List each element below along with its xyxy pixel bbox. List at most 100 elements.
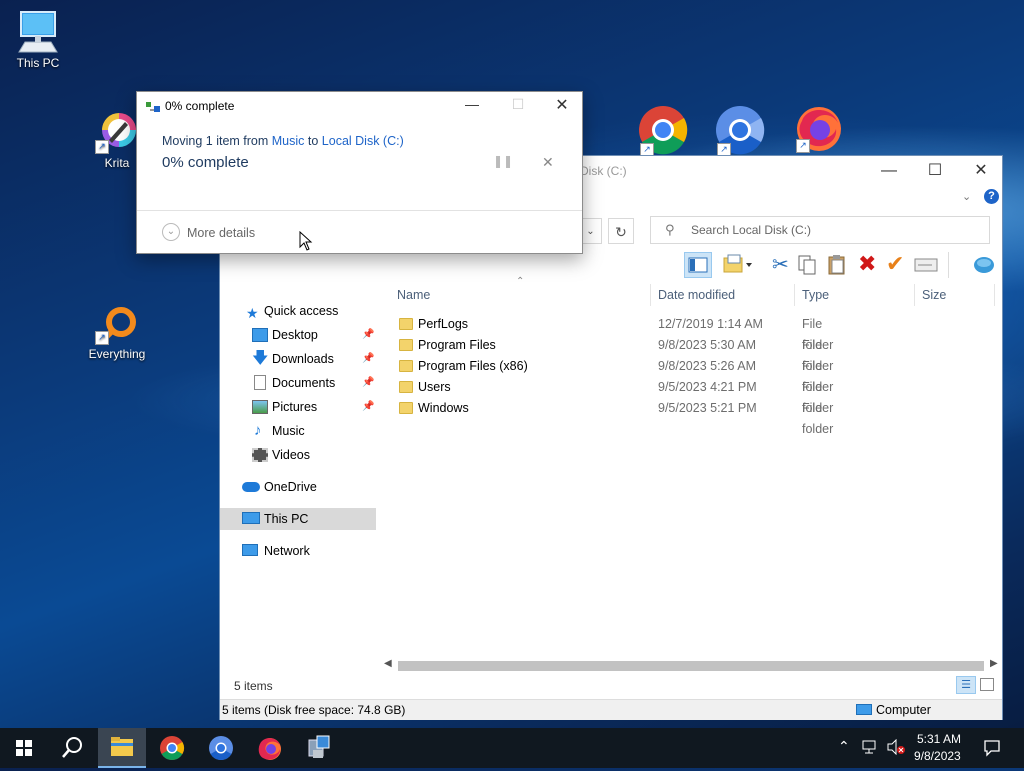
- scroll-left-arrow-icon[interactable]: ◀: [384, 658, 392, 669]
- folder-icon: [399, 318, 413, 330]
- source-link[interactable]: Music: [272, 134, 305, 148]
- search-icon: ⚲: [665, 222, 675, 237]
- film-icon: [252, 448, 268, 462]
- column-header-name[interactable]: Name: [397, 284, 430, 306]
- column-divider: [994, 284, 995, 306]
- cloud-icon: [242, 482, 260, 492]
- pause-button[interactable]: ❚❚: [493, 154, 513, 168]
- search-input[interactable]: ⚲ Search Local Disk (C:): [650, 216, 990, 244]
- new-item-button[interactable]: [722, 254, 752, 279]
- ribbon-expand-icon[interactable]: ⌄: [962, 190, 971, 203]
- chromium-icon: [209, 736, 233, 761]
- notification-center-icon[interactable]: [983, 739, 1001, 760]
- paste-icon[interactable]: [826, 254, 848, 279]
- network-icon: [242, 544, 258, 556]
- nav-network[interactable]: Network: [220, 540, 376, 562]
- start-button[interactable]: [0, 728, 48, 768]
- picture-icon: [252, 400, 268, 414]
- show-hidden-icons-chevron[interactable]: ⌃: [838, 738, 850, 755]
- folder-icon: [399, 381, 413, 393]
- nav-item-desktop[interactable]: Desktop 📌: [220, 324, 376, 346]
- desktop-icon-label: Everything: [88, 347, 146, 361]
- nav-item-pictures[interactable]: Pictures 📌: [220, 396, 376, 418]
- properties-icon[interactable]: [914, 256, 938, 277]
- shortcut-arrow-icon: ↗: [95, 140, 109, 154]
- large-icons-view-button[interactable]: [980, 678, 994, 691]
- column-header-date[interactable]: Date modified: [658, 284, 735, 306]
- taskbar-file-explorer[interactable]: [98, 728, 146, 768]
- refresh-button[interactable]: ↻: [608, 218, 634, 244]
- pin-icon: 📌: [362, 401, 375, 412]
- taskbar-chrome[interactable]: [148, 728, 196, 768]
- expand-chevron-icon[interactable]: ⌄: [162, 223, 180, 241]
- more-details-button[interactable]: More details: [187, 226, 255, 240]
- windows-logo-icon: [16, 740, 32, 756]
- desktop-icon-everything[interactable]: ↗ Everything: [79, 305, 155, 361]
- folder-icon: [111, 737, 133, 756]
- close-button[interactable]: ✕: [958, 156, 1004, 186]
- dialog-close-button[interactable]: ✕: [545, 95, 579, 115]
- column-divider: [914, 284, 915, 306]
- cancel-button[interactable]: ✕: [542, 154, 554, 171]
- search-icon: [62, 737, 82, 758]
- volume-muted-icon[interactable]: [886, 738, 906, 758]
- address-dropdown-button[interactable]: ⌄: [580, 218, 602, 244]
- item-count: 5 items: [234, 679, 273, 693]
- clock-time[interactable]: 5:31 AM: [917, 732, 961, 746]
- nav-quick-access[interactable]: ★ Quick access: [220, 300, 376, 322]
- clock-date[interactable]: 9/8/2023: [914, 749, 961, 763]
- scrollbar-thumb[interactable]: [398, 661, 984, 671]
- taskbar-chromium[interactable]: [197, 728, 245, 768]
- file-operation-dialog[interactable]: 0% complete — ☐ ✕ Moving 1 item from Mus…: [136, 91, 583, 254]
- star-icon: ★: [246, 305, 259, 321]
- details-view-button[interactable]: ☰: [956, 676, 976, 694]
- delete-icon[interactable]: ✖: [858, 251, 876, 277]
- nav-item-downloads[interactable]: 🡇 Downloads 📌: [220, 348, 376, 370]
- preview-pane-button[interactable]: [684, 252, 712, 278]
- nav-this-pc[interactable]: This PC: [220, 508, 376, 530]
- destination-link[interactable]: Local Disk (C:): [322, 134, 404, 148]
- table-row[interactable]: Program Files (x86) 9/8/2023 5:26 AM Fil…: [396, 356, 833, 394]
- nav-item-documents[interactable]: Documents 📌: [220, 372, 376, 394]
- column-header-type[interactable]: Type: [802, 284, 829, 306]
- desktop-icon-label: This PC: [16, 56, 60, 70]
- progress-text: 0% complete: [162, 154, 249, 171]
- desktop-icon-this-pc[interactable]: This PC: [0, 10, 76, 70]
- search-placeholder: Search Local Disk (C:): [691, 223, 812, 237]
- shortcut-arrow-icon: ↗: [796, 139, 810, 153]
- share-icon[interactable]: [972, 254, 996, 279]
- view-options-icon[interactable]: [948, 252, 949, 278]
- desktop-icon-chrome[interactable]: ↗: [638, 105, 690, 157]
- desktop-icon-chromium[interactable]: ↗: [715, 105, 767, 157]
- table-row[interactable]: Windows 9/5/2023 5:21 PM File folder: [396, 398, 833, 436]
- dialog-minimize-button[interactable]: —: [455, 96, 489, 116]
- scroll-right-arrow-icon[interactable]: ▶: [990, 658, 998, 669]
- copy-icon[interactable]: [796, 254, 818, 279]
- dialog-message: Moving 1 item from Music to Local Disk (…: [162, 134, 404, 148]
- network-icon[interactable]: [862, 739, 880, 758]
- table-row[interactable]: Users 9/5/2023 4:21 PM File folder: [396, 377, 833, 415]
- cut-icon[interactable]: ✂: [772, 252, 789, 277]
- nav-item-music[interactable]: ♪ Music: [220, 420, 376, 442]
- computer-icon: [18, 11, 58, 53]
- minimize-button[interactable]: —: [866, 156, 912, 186]
- dialog-footer-divider: [137, 210, 582, 211]
- horizontal-scrollbar[interactable]: ◀ ▶: [380, 658, 1002, 672]
- taskbar-app-installer[interactable]: [295, 728, 343, 768]
- pin-icon: 📌: [362, 329, 375, 340]
- computer-icon: [856, 704, 872, 715]
- table-row[interactable]: Program Files 9/8/2023 5:30 AM File fold…: [396, 335, 833, 373]
- taskbar-firefox[interactable]: [246, 728, 294, 768]
- search-button[interactable]: [48, 728, 96, 768]
- window-title: Disk (C:): [580, 164, 627, 178]
- maximize-button[interactable]: ☐: [912, 156, 958, 186]
- rename-check-icon[interactable]: ✔: [886, 251, 904, 277]
- installer-icon: [308, 735, 330, 758]
- column-header-size[interactable]: Size: [922, 284, 946, 306]
- nav-item-videos[interactable]: Videos: [220, 444, 376, 466]
- table-row[interactable]: PerfLogs 12/7/2019 1:14 AM File folder: [396, 314, 833, 352]
- help-icon[interactable]: ?: [984, 189, 999, 204]
- firefox-icon: [258, 738, 281, 760]
- nav-onedrive[interactable]: OneDrive: [220, 476, 376, 498]
- desktop-icon-firefox[interactable]: ↗: [794, 103, 846, 155]
